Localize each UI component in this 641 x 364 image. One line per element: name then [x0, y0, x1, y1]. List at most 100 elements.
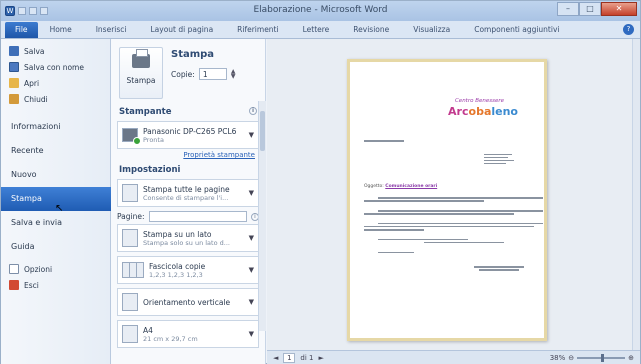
help-icon[interactable]: ?	[623, 24, 634, 35]
maximize-button[interactable]: □	[579, 2, 601, 16]
pages-row: Pagine: i	[111, 211, 265, 222]
settings-scrollbar[interactable]	[258, 101, 266, 331]
sides-title: Stampa su un lato	[143, 229, 212, 239]
chevron-down-icon: ▼	[248, 131, 254, 139]
printer-device-icon	[122, 128, 141, 145]
tab-addins[interactable]: Componenti aggiuntivi	[462, 22, 571, 38]
copies-spinner[interactable]: ▲ ▼	[231, 69, 236, 80]
close-folder-icon	[9, 94, 19, 104]
sidebar-item-recent[interactable]: Recente	[1, 139, 110, 163]
options-icon	[9, 264, 19, 274]
sidebar-options[interactable]: Opzioni	[1, 261, 110, 277]
portrait-icon	[122, 293, 138, 311]
save-label: Salva	[24, 46, 45, 56]
tab-mailings[interactable]: Lettere	[291, 22, 342, 38]
chevron-down-icon: ▼	[248, 266, 254, 274]
copies-input[interactable]: 1	[198, 68, 227, 80]
copies-row: Copie: 1 ▲ ▼	[171, 68, 235, 80]
chevron-down-icon: ▼	[248, 189, 254, 197]
print-range-dropdown[interactable]: Stampa tutte le pagine Consente di stampa…	[117, 179, 259, 207]
sidebar-exit[interactable]: Esci	[1, 277, 110, 293]
scrollbar-thumb[interactable]	[260, 111, 265, 151]
minimize-button[interactable]: –	[557, 2, 579, 16]
tab-references[interactable]: Riferimenti	[225, 22, 290, 38]
printer-properties-link[interactable]: Proprietà stampante	[111, 151, 265, 159]
sidebar-save-as[interactable]: Salva con nome	[1, 59, 110, 75]
collate-desc: 1,2,3 1,2,3 1,2,3	[149, 270, 203, 279]
info-icon[interactable]: i	[249, 107, 257, 115]
exit-label: Esci	[24, 280, 39, 290]
subject-label: Oggetto:	[364, 184, 384, 190]
print-settings-panel: Stampa Stampa Copie: 1 ▲ ▼ Stampante i Pan…	[111, 39, 266, 364]
page-total: di 1	[300, 353, 314, 362]
print-button[interactable]: Stampa	[119, 47, 163, 99]
paper-icon	[122, 325, 138, 343]
copies-label: Copie:	[171, 69, 195, 79]
logo-part: oba	[468, 105, 492, 118]
tab-file[interactable]: File	[5, 22, 38, 38]
zoom-out-icon[interactable]: ⊖	[568, 354, 574, 362]
sidebar-save[interactable]: Salva	[1, 43, 110, 59]
window-controls: – □ ✕	[557, 2, 637, 16]
mouse-cursor-icon: ↖	[55, 203, 64, 214]
print-title: Stampa	[171, 49, 215, 60]
printer-name: Panasonic DP-C265 PCL6	[143, 126, 237, 136]
sides-dropdown[interactable]: Stampa su un lato Stampa solo su un lato …	[117, 224, 259, 252]
pages-input[interactable]	[148, 211, 247, 222]
collate-dropdown[interactable]: Fascicola copie 1,2,3 1,2,3 1,2,3 ▼	[117, 256, 259, 284]
next-page-icon[interactable]: ►	[318, 354, 323, 362]
close-window-button[interactable]: ✕	[601, 2, 637, 16]
save-as-label: Salva con nome	[24, 62, 84, 72]
backstage-sidebar: Salva Salva con nome Apri Chiudi Informa…	[1, 39, 122, 364]
page-number-input[interactable]: 1	[283, 352, 296, 363]
sidebar-item-print[interactable]: Stampa ↖	[1, 187, 122, 214]
collate-title: Fascicola copie	[149, 261, 206, 271]
preview-page: Centro Benessere Arcobaleno Oggetto: Com…	[347, 59, 547, 341]
collate-icon	[122, 262, 144, 278]
tab-view[interactable]: Visualizza	[401, 22, 462, 38]
prev-page-icon[interactable]: ◄	[273, 354, 278, 362]
tab-insert[interactable]: Inserisci	[84, 22, 139, 38]
zoom-level: 38%	[549, 353, 566, 362]
orientation-title: Orientamento verticale	[143, 297, 231, 307]
paper-size-desc: 21 cm x 29,7 cm	[143, 334, 198, 343]
sidebar-close[interactable]: Chiudi	[1, 91, 110, 107]
letter-body	[364, 197, 543, 271]
print-range-title: Stampa tutte le pagine	[143, 184, 230, 194]
print-preview-area: Centro Benessere Arcobaleno Oggetto: Com…	[267, 39, 640, 350]
exit-icon	[9, 280, 19, 290]
sides-desc: Stampa solo su un lato d...	[143, 238, 230, 247]
page-navigator: ◄ 1 di 1 ►	[273, 352, 324, 363]
options-label: Opzioni	[24, 264, 53, 274]
logo-text: Arcobaleno	[364, 105, 518, 118]
zoom-slider[interactable]	[577, 353, 626, 362]
print-button-label: Stampa	[126, 76, 156, 85]
zoom-in-icon[interactable]: ⊕	[628, 354, 634, 362]
chevron-down-icon: ▼	[248, 330, 254, 338]
print-range-desc: Consente di stampare l'i...	[143, 193, 229, 202]
pages-label: Pagine:	[117, 212, 145, 221]
title-bar: W Elaborazione - Microsoft Word – □ ✕	[1, 1, 640, 21]
chevron-down-icon: ▼	[248, 234, 254, 242]
sidebar-item-new[interactable]: Nuovo	[1, 163, 110, 187]
printer-dropdown[interactable]: Panasonic DP-C265 PCL6 Pronta ▼	[117, 121, 259, 149]
preview-scrollbar[interactable]	[632, 39, 640, 350]
printer-status: Pronta	[143, 135, 164, 144]
sidebar-open[interactable]: Apri	[1, 75, 110, 91]
window-title: Elaborazione - Microsoft Word	[253, 5, 388, 15]
orientation-dropdown[interactable]: Orientamento verticale ▼	[117, 288, 259, 316]
tab-review[interactable]: Revisione	[341, 22, 401, 38]
save-icon	[9, 46, 19, 56]
sidebar-item-info[interactable]: Informazioni	[1, 115, 110, 139]
status-bar: ◄ 1 di 1 ► 38% ⊖ ⊕	[267, 350, 640, 364]
paper-size-dropdown[interactable]: A4 21 cm x 29,7 cm ▼	[117, 320, 259, 348]
chevron-down-icon: ▼	[248, 298, 254, 306]
close-label: Chiudi	[24, 94, 48, 104]
tab-page-layout[interactable]: Layout di pagina	[139, 22, 226, 38]
logo-subtitle: Centro Benessere	[454, 98, 504, 104]
open-folder-icon	[9, 78, 19, 88]
tab-home[interactable]: Home	[38, 22, 84, 38]
ready-status-icon	[133, 137, 141, 145]
sidebar-item-help[interactable]: Guida	[1, 235, 110, 259]
printer-icon	[132, 49, 150, 68]
